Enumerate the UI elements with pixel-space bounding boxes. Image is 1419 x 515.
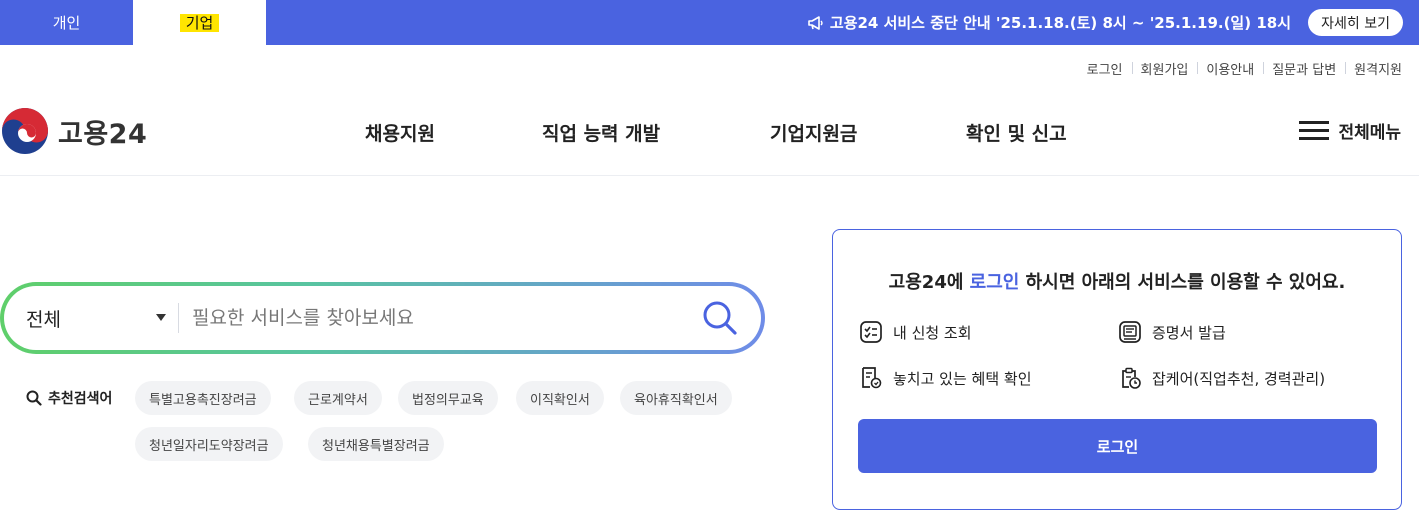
tab-personal-label: 개인 — [52, 14, 81, 32]
util-qna[interactable]: 질문과 답변 — [1263, 59, 1345, 78]
tab-personal[interactable]: 개인 — [0, 0, 133, 45]
header-divider — [0, 175, 1419, 176]
search-category-select[interactable]: 전체 — [26, 286, 166, 350]
service-label: 내 신청 조회 — [893, 323, 972, 342]
taegeuk-logo-icon — [2, 108, 48, 154]
keyword-chip[interactable]: 법정의무교육 — [398, 381, 498, 415]
login-card: 고용24에 로그인 하시면 아래의 서비스를 이용할 수 있어요. 내 신청 조… — [832, 229, 1402, 510]
keyword-chip[interactable]: 근로계약서 — [294, 381, 382, 415]
search-icon — [703, 301, 737, 335]
document-search-icon — [862, 367, 882, 389]
megaphone-icon — [808, 15, 823, 30]
service-certificates[interactable]: 증명서 발급 — [1118, 320, 1226, 344]
service-label: 증명서 발급 — [1152, 323, 1226, 342]
search-icon — [26, 390, 42, 406]
search-button[interactable] — [701, 299, 739, 337]
card-title-post: 하시면 아래의 서비스를 이용할 수 있어요. — [1019, 272, 1346, 293]
top-bar: 개인 기업 고용24 서비스 중단 안내 '25.1.18.(토) 8시 ~ '… — [0, 0, 1419, 45]
search-bar: 전체 — [0, 282, 765, 354]
util-login[interactable]: 로그인 — [1078, 59, 1132, 78]
site-logo[interactable]: 고용24 — [0, 106, 147, 156]
card-title-pre: 고용24에 — [888, 272, 970, 293]
search-bar-inner: 전체 — [4, 286, 761, 350]
nav-job-skills[interactable]: 직업 능력 개발 — [542, 119, 660, 146]
nav-confirm-report[interactable]: 확인 및 신고 — [966, 119, 1067, 146]
keyword-chip[interactable]: 특별고용촉진장려금 — [135, 381, 271, 415]
certificate-icon — [1119, 321, 1141, 343]
nav-subsidies[interactable]: 기업지원금 — [770, 119, 857, 146]
search-category-value: 전체 — [26, 308, 61, 331]
all-menu-label: 전체메뉴 — [1338, 123, 1401, 143]
search-input[interactable] — [192, 298, 672, 338]
util-guide[interactable]: 이용안내 — [1197, 59, 1263, 78]
service-jobcare[interactable]: 잡케어(직업추천, 경력관리) — [1118, 366, 1325, 390]
caret-down-icon — [156, 314, 166, 321]
service-label: 놓치고 있는 혜택 확인 — [893, 369, 1032, 388]
tab-business[interactable]: 기업 — [133, 0, 266, 45]
notice-detail-button[interactable]: 자세히 보기 — [1308, 9, 1403, 36]
logo-text: 고용24 — [58, 118, 148, 150]
search-divider — [178, 303, 179, 333]
keyword-chip[interactable]: 이직확인서 — [516, 381, 604, 415]
util-signup[interactable]: 회원가입 — [1131, 59, 1198, 78]
service-missed-benefits[interactable]: 놓치고 있는 혜택 확인 — [859, 366, 1032, 390]
service-my-applications[interactable]: 내 신청 조회 — [859, 320, 972, 344]
service-label: 잡케어(직업추천, 경력관리) — [1152, 369, 1326, 388]
keyword-chip[interactable]: 청년채용특별장려금 — [308, 427, 444, 461]
clipboard-clock-icon — [1122, 367, 1141, 389]
card-title-highlight: 로그인 — [969, 272, 1020, 293]
service-notice[interactable]: 고용24 서비스 중단 안내 '25.1.18.(토) 8시 ~ '25.1.1… — [808, 0, 1291, 45]
checklist-icon — [860, 321, 882, 343]
tab-business-label: 기업 — [179, 13, 220, 32]
hamburger-icon — [1299, 120, 1330, 141]
notice-text: 고용24 서비스 중단 안내 '25.1.18.(토) 8시 ~ '25.1.1… — [829, 14, 1291, 32]
util-remote-support[interactable]: 원격지원 — [1345, 59, 1402, 78]
recommended-keywords-label: 추천검색어 — [26, 388, 112, 408]
keyword-chip[interactable]: 청년일자리도약장려금 — [135, 427, 283, 461]
keywords-label-text: 추천검색어 — [48, 391, 113, 407]
utility-links: 로그인 회원가입 이용안내 질문과 답변 원격지원 — [1078, 59, 1402, 78]
login-button[interactable]: 로그인 — [858, 419, 1377, 473]
keyword-chip[interactable]: 육아휴직확인서 — [620, 381, 732, 415]
login-card-title: 고용24에 로그인 하시면 아래의 서비스를 이용할 수 있어요. — [833, 268, 1401, 294]
all-menu-button[interactable]: 전체메뉴 — [1299, 118, 1401, 143]
nav-recruitment[interactable]: 채용지원 — [365, 119, 435, 146]
